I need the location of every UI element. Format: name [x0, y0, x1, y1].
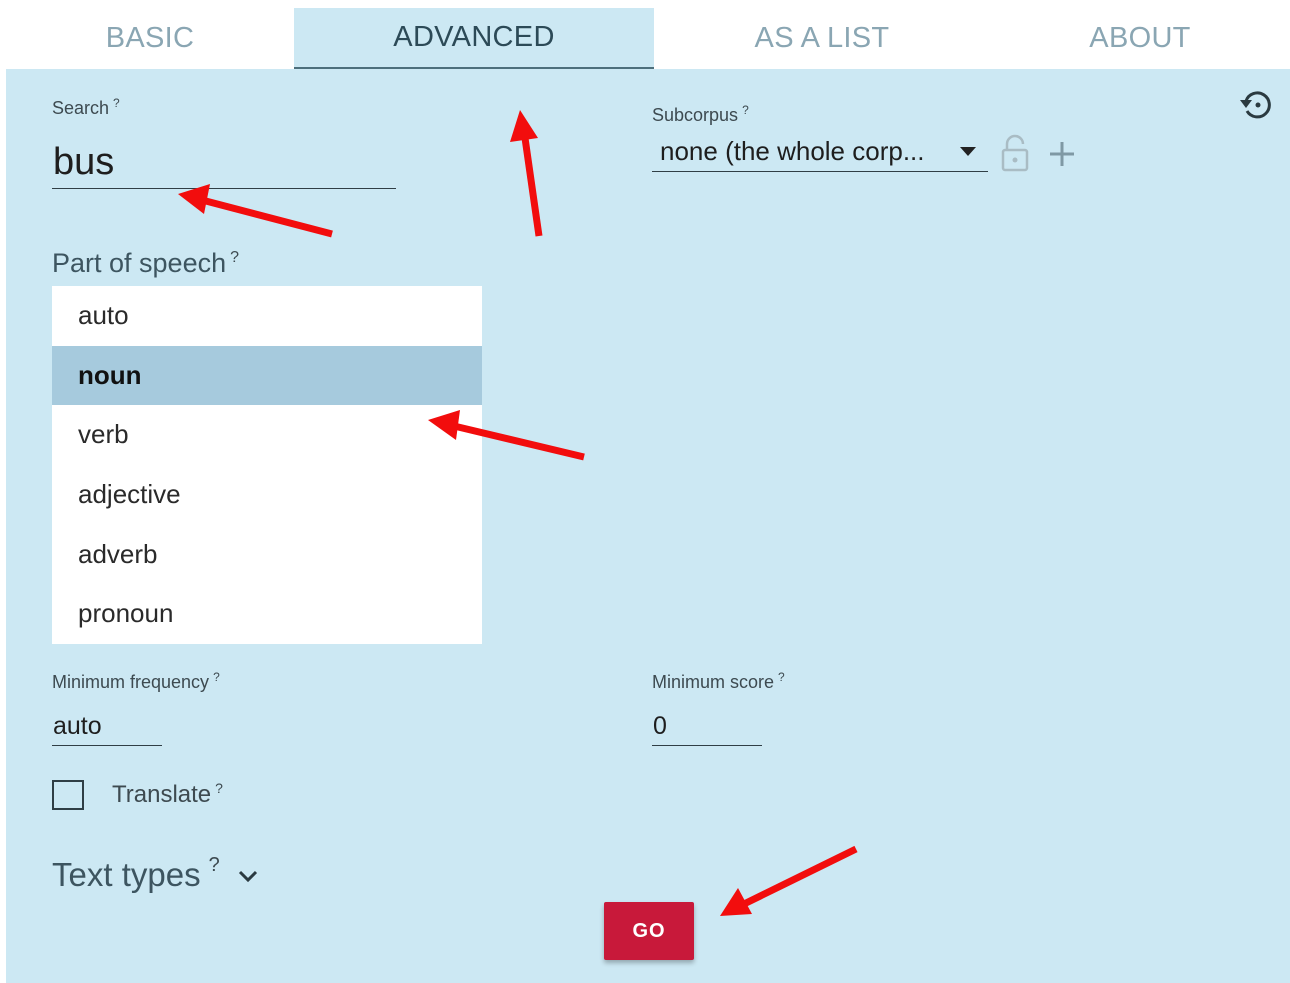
tab-advanced[interactable]: ADVANCED: [294, 8, 654, 69]
min-score-label-text: Minimum score: [652, 672, 775, 692]
min-frequency-label: Minimum frequency?: [52, 670, 220, 693]
subcorpus-help[interactable]: ?: [742, 103, 749, 117]
tab-basic[interactable]: BASIC: [6, 8, 294, 69]
tab-as-a-list[interactable]: AS A LIST: [654, 8, 990, 69]
min-frequency-input[interactable]: auto: [52, 708, 162, 746]
min-score-help[interactable]: ?: [778, 670, 785, 684]
translate-label-text: Translate: [112, 781, 212, 808]
search-help[interactable]: ?: [113, 96, 120, 110]
chevron-down-icon: [238, 870, 257, 883]
pos-option-verb[interactable]: verb: [52, 405, 482, 465]
search-input[interactable]: [52, 136, 396, 189]
history-icon[interactable]: [1238, 88, 1274, 122]
part-of-speech-label: Part of speech?: [52, 248, 239, 279]
plus-icon[interactable]: [1046, 138, 1078, 170]
tab-bar: BASIC ADVANCED AS A LIST ABOUT: [6, 8, 1290, 69]
go-button[interactable]: GO: [604, 902, 694, 960]
tab-about[interactable]: ABOUT: [990, 8, 1290, 69]
part-of-speech-dropdown: auto noun verb adjective adverb pronoun: [52, 286, 482, 644]
translate-label: Translate?: [112, 780, 223, 809]
min-score-input[interactable]: 0: [652, 708, 762, 746]
pos-option-auto[interactable]: auto: [52, 286, 482, 346]
text-types-toggle[interactable]: Text types?: [52, 854, 260, 894]
search-label-text: Search: [52, 98, 110, 118]
pos-option-adjective[interactable]: adjective: [52, 465, 482, 525]
text-types-help[interactable]: ?: [209, 854, 220, 877]
translate-help[interactable]: ?: [215, 780, 223, 796]
subcorpus-selected-value: none (the whole corp...: [660, 136, 925, 166]
subcorpus-select[interactable]: none (the whole corp...: [652, 132, 988, 172]
text-types-label: Text types: [52, 856, 201, 893]
part-of-speech-label-text: Part of speech: [52, 248, 227, 278]
part-of-speech-help[interactable]: ?: [230, 249, 239, 266]
search-label: Search?: [52, 96, 120, 119]
min-frequency-help[interactable]: ?: [213, 670, 220, 684]
pos-option-noun[interactable]: noun: [52, 345, 482, 406]
translate-checkbox[interactable]: [52, 780, 84, 810]
caret-down-icon: [960, 147, 976, 156]
subcorpus-label: Subcorpus?: [652, 103, 749, 126]
pos-option-pronoun[interactable]: pronoun: [52, 584, 482, 644]
pos-option-adverb[interactable]: adverb: [52, 524, 482, 584]
min-frequency-label-text: Minimum frequency: [52, 672, 210, 692]
lock-icon[interactable]: [1000, 134, 1030, 172]
min-score-label: Minimum score?: [652, 670, 785, 693]
subcorpus-label-text: Subcorpus: [652, 105, 739, 125]
